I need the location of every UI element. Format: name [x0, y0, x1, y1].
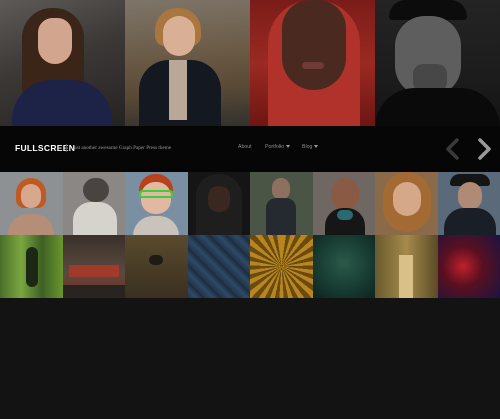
thumbnail[interactable]: [437, 172, 500, 235]
site-tagline: Just another awesome Graph Paper Press t…: [66, 144, 171, 152]
thumbnail[interactable]: [312, 172, 375, 235]
thumbnail[interactable]: [125, 235, 188, 298]
thumbnail[interactable]: [437, 235, 500, 298]
featured-photo-red-scarf[interactable]: [250, 0, 375, 126]
featured-photo-blonde-coat[interactable]: [125, 0, 250, 126]
menu-item-about[interactable]: About: [238, 144, 252, 150]
thumbnail[interactable]: [375, 235, 438, 298]
featured-slideshow: [0, 0, 500, 126]
thumbnail[interactable]: [0, 235, 63, 298]
thumbnail[interactable]: [125, 172, 188, 235]
thumbnail[interactable]: [312, 235, 375, 298]
chevron-right-icon[interactable]: [474, 136, 494, 162]
thumbnail-grid: [0, 172, 500, 298]
chevron-down-icon: [314, 145, 319, 149]
thumbnail[interactable]: [187, 172, 250, 235]
thumbnail[interactable]: [250, 172, 313, 235]
menu-item-blog[interactable]: Blog: [302, 144, 319, 150]
menu-item-label: Portfolio: [265, 144, 285, 150]
thumbnail[interactable]: [62, 172, 125, 235]
thumbnail[interactable]: [375, 172, 438, 235]
chevron-down-icon: [286, 145, 291, 149]
menu-item-label: About: [238, 144, 252, 150]
menu-item-label: Blog: [302, 144, 313, 150]
page-footer-area: [0, 298, 500, 419]
thumbnail[interactable]: [0, 172, 63, 235]
thumbnail[interactable]: [62, 235, 125, 298]
menu-item-portfolio[interactable]: Portfolio: [265, 144, 291, 150]
chevron-left-icon[interactable]: [443, 136, 463, 162]
thumbnail[interactable]: [250, 235, 313, 298]
featured-photo-woman-long-hair[interactable]: [0, 0, 125, 126]
thumbnail[interactable]: [187, 235, 250, 298]
featured-photo-old-man-cap[interactable]: [375, 0, 500, 126]
